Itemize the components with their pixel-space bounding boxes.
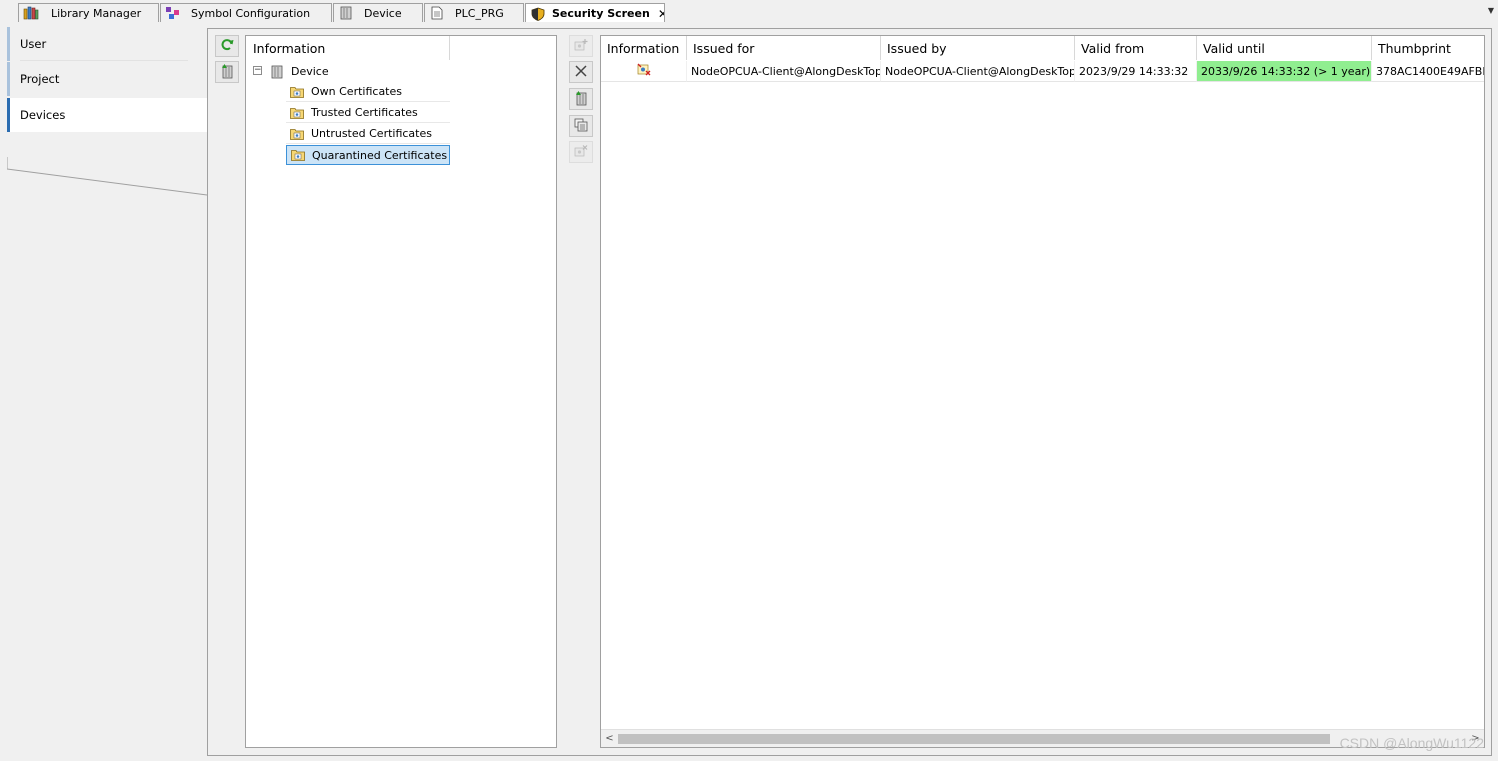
column-header-issued-by[interactable]: Issued by — [881, 36, 1075, 60]
tree-node-label: Device — [291, 64, 329, 78]
column-header-issued-for[interactable]: Issued for — [687, 36, 881, 60]
column-header-label: Thumbprint — [1378, 40, 1451, 56]
tab-label: Security Screen — [552, 7, 650, 20]
close-tab-icon[interactable]: ✕ — [658, 7, 664, 21]
tab-plc-prg[interactable]: PLC_PRG — [424, 3, 524, 22]
tree-node-device[interactable]: Device — [270, 61, 329, 81]
document-icon — [429, 6, 445, 20]
category-tab-label: User — [20, 37, 47, 51]
certificate-table: Information Issued for Issued by Valid f… — [600, 35, 1485, 748]
column-header-label: Valid from — [1081, 40, 1145, 56]
cell-information — [601, 61, 687, 82]
tree-node-quarantined-certificates[interactable]: Quarantined Certificates — [286, 145, 450, 165]
column-header-valid-from[interactable]: Valid from — [1075, 36, 1197, 60]
document-tab-bar: Library Manager Symbol Configuration Dev… — [0, 0, 1498, 23]
trust-cert-icon — [574, 38, 588, 55]
column-header-label: Issued by — [887, 40, 947, 56]
cert-folder-icon — [290, 107, 304, 119]
tab-overflow-dropdown-icon[interactable]: ▼ — [1488, 6, 1494, 15]
watermark: CSDN @AlongWu1122 — [1339, 735, 1484, 751]
tree-node-label: Untrusted Certificates — [311, 127, 432, 140]
delete-icon — [574, 64, 588, 81]
tab-label: Symbol Configuration — [191, 6, 311, 20]
tab-device[interactable]: Device — [333, 3, 423, 22]
category-tab-devices[interactable]: Devices — [7, 98, 208, 132]
tree-node-label: Own Certificates — [311, 85, 402, 98]
certificate-warning-icon — [636, 63, 652, 80]
tab-label: Device — [364, 6, 402, 20]
cert-folder-icon — [290, 86, 304, 98]
trust-certificate-button[interactable] — [569, 35, 593, 57]
certificate-store-tree: Information − Device Own Certificates Tr… — [245, 35, 557, 748]
tree-node-trusted-certificates[interactable]: Trusted Certificates — [286, 103, 450, 123]
device-icon — [338, 6, 354, 20]
category-tab-label: Project — [20, 72, 60, 86]
symbol-config-icon — [165, 6, 181, 20]
tab-symbol-configuration[interactable]: Symbol Configuration — [160, 3, 332, 22]
column-header-valid-until[interactable]: Valid until — [1197, 36, 1372, 60]
category-tabs-tail — [7, 157, 208, 196]
library-icon — [23, 6, 39, 20]
column-header-label: Information — [607, 40, 680, 56]
device-icon — [270, 65, 284, 79]
column-header-thumbprint[interactable]: Thumbprint — [1372, 36, 1484, 60]
add-device-button[interactable] — [215, 61, 239, 83]
cell-issued-by: NodeOPCUA-Client@AlongDeskTop — [881, 61, 1075, 82]
export-icon — [574, 118, 588, 135]
cert-folder-icon — [290, 128, 304, 140]
shield-icon — [530, 7, 546, 21]
refresh-icon — [220, 38, 234, 55]
import-certificate-button[interactable] — [569, 88, 593, 110]
cell-issued-for: NodeOPCUA-Client@AlongDeskTop — [687, 61, 881, 82]
tab-label: Library Manager — [51, 6, 142, 20]
tab-label: PLC_PRG — [455, 6, 504, 20]
tree-header-label: Information — [253, 40, 326, 56]
tree-node-label: Trusted Certificates — [311, 106, 418, 119]
column-header-label: Issued for — [693, 40, 755, 56]
cell-valid-from: 2023/9/29 14:33:32 — [1075, 61, 1197, 82]
category-tab-user[interactable]: User — [7, 27, 208, 61]
scrollbar-thumb[interactable] — [618, 734, 1330, 744]
collapse-device-icon[interactable]: − — [253, 66, 262, 75]
refresh-button[interactable] — [215, 35, 239, 57]
import-icon — [574, 90, 588, 109]
untrust-cert-icon — [574, 144, 588, 161]
tree-node-untrusted-certificates[interactable]: Untrusted Certificates — [286, 124, 450, 144]
tab-security-screen[interactable]: Security Screen ✕ — [525, 3, 665, 23]
tree-column-header[interactable]: Information — [246, 36, 450, 60]
category-tab-project[interactable]: Project — [7, 62, 208, 96]
cell-thumbprint: 378AC1400E49AFBDC — [1372, 61, 1484, 82]
tab-library-manager[interactable]: Library Manager — [18, 3, 159, 22]
scroll-left-icon[interactable]: < — [601, 730, 618, 747]
untrust-certificate-button[interactable] — [569, 141, 593, 163]
tree-node-label: Quarantined Certificates — [312, 148, 448, 162]
category-tab-label: Devices — [20, 108, 66, 122]
tree-node-own-certificates[interactable]: Own Certificates — [286, 82, 450, 102]
device-add-icon — [220, 63, 234, 82]
column-header-label: Valid until — [1203, 40, 1265, 56]
cert-folder-icon — [291, 149, 305, 161]
cell-valid-until: 2033/9/26 14:33:32 (> 1 year) — [1197, 61, 1372, 82]
export-certificate-button[interactable] — [569, 115, 593, 137]
column-header-information[interactable]: Information — [601, 36, 687, 60]
delete-certificate-button[interactable] — [569, 61, 593, 83]
